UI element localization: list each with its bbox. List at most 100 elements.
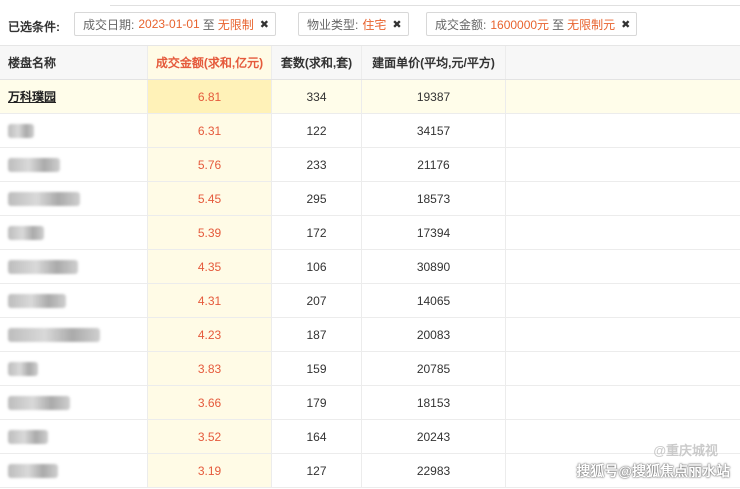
blurred-name [8,191,80,206]
watermark-faint: @重庆城视 [653,443,718,458]
cell-unit-price: 17394 [362,216,506,249]
cell-project-name [0,318,148,351]
chip-separator: 至 [552,17,565,32]
close-icon[interactable]: ✖ [260,18,269,31]
cell-project-name [0,114,148,147]
cell-amount: 4.23 [148,318,272,351]
blurred-name [8,361,38,376]
cell-units: 159 [272,352,362,385]
cell-units: 295 [272,182,362,215]
table-row[interactable]: 3.83 159 20785 [0,352,740,386]
cell-amount: 5.45 [148,182,272,215]
close-icon[interactable]: ✖ [621,18,630,31]
cell-unit-price: 19387 [362,80,506,113]
cell-units: 122 [272,114,362,147]
cell-units: 233 [272,148,362,181]
cell-units: 334 [272,80,362,113]
blurred-name [8,463,58,478]
close-icon[interactable]: ✖ [392,18,401,31]
header-project-name[interactable]: 楼盘名称 [0,46,148,79]
cell-spacer [506,386,740,419]
filter-bar: 已选条件: 成交日期: 2023-01-01 至 无限制 ✖ 物业类型: 住宅 … [0,0,740,46]
table-row[interactable]: 万科璞园 6.81 334 19387 [0,80,740,114]
table-row[interactable]: 5.76 233 21176 [0,148,740,182]
cell-units: 207 [272,284,362,317]
cell-spacer [506,148,740,181]
cell-unit-price: 20083 [362,318,506,351]
blurred-name [8,225,44,240]
cell-unit-price: 20243 [362,420,506,453]
cell-unit-price: 18573 [362,182,506,215]
table-header: 楼盘名称 成交金额(求和,亿元) 套数(求和,套) 建面单价(平均,元/平方) [0,46,740,80]
cell-spacer [506,80,740,113]
blurred-name [8,327,100,342]
cell-spacer [506,114,740,147]
watermark: @重庆城视 搜狐号@搜狐焦点丽水站 [576,443,730,481]
header-unit-price[interactable]: 建面单价(平均,元/平方) [362,46,506,79]
table-row[interactable]: 4.35 106 30890 [0,250,740,284]
cell-amount: 5.76 [148,148,272,181]
project-name-link[interactable]: 万科璞园 [8,88,56,105]
cell-project-name [0,386,148,419]
cell-project-name [0,352,148,385]
cell-amount: 6.81 [148,80,272,113]
blurred-name [8,259,78,274]
filter-chip-property-type[interactable]: 物业类型: 住宅 ✖ [298,12,409,36]
chip-separator: 至 [202,17,215,32]
cell-spacer [506,352,740,385]
chip-value: 住宅 [362,17,387,32]
cell-unit-price: 20785 [362,352,506,385]
cell-spacer [506,284,740,317]
header-amount[interactable]: 成交金额(求和,亿元) [148,46,272,79]
cell-amount: 3.66 [148,386,272,419]
cell-amount: 3.83 [148,352,272,385]
table-row[interactable]: 5.39 172 17394 [0,216,740,250]
header-spacer [506,46,740,79]
cell-spacer [506,216,740,249]
cell-unit-price: 14065 [362,284,506,317]
cell-units: 187 [272,318,362,351]
filter-label: 已选条件: [8,20,60,34]
cell-unit-price: 18153 [362,386,506,419]
data-table: 楼盘名称 成交金额(求和,亿元) 套数(求和,套) 建面单价(平均,元/平方) … [0,46,740,488]
chip-key: 物业类型: [307,17,359,32]
chip-key: 成交金额: [435,17,487,32]
table-row[interactable]: 4.23 187 20083 [0,318,740,352]
table-row[interactable]: 4.31 207 14065 [0,284,740,318]
cell-amount: 5.39 [148,216,272,249]
top-divider [110,0,740,6]
cell-units: 172 [272,216,362,249]
blurred-name [8,293,66,308]
blurred-name [8,429,48,444]
cell-project-name [0,454,148,487]
cell-units: 164 [272,420,362,453]
cell-unit-price: 22983 [362,454,506,487]
cell-project-name [0,148,148,181]
table-row[interactable]: 6.31 122 34157 [0,114,740,148]
cell-unit-price: 21176 [362,148,506,181]
table-row[interactable]: 3.66 179 18153 [0,386,740,420]
chip-value: 2023-01-01 [138,17,200,31]
cell-project-name [0,420,148,453]
cell-units: 179 [272,386,362,419]
cell-units: 106 [272,250,362,283]
cell-unit-price: 30890 [362,250,506,283]
blurred-name [8,123,34,138]
chip-value: 1600000元 [490,17,550,32]
cell-units: 127 [272,454,362,487]
cell-spacer [506,250,740,283]
cell-project-name [0,250,148,283]
blurred-name [8,157,60,172]
chip-value-end: 无限制元 [567,17,616,32]
cell-amount: 6.31 [148,114,272,147]
table-row[interactable]: 3.52 164 20243 [0,420,740,454]
table-row[interactable]: 5.45 295 18573 [0,182,740,216]
cell-amount: 4.31 [148,284,272,317]
filter-chip-date[interactable]: 成交日期: 2023-01-01 至 无限制 ✖ [74,12,276,36]
cell-spacer [506,182,740,215]
cell-project-name[interactable]: 万科璞园 [0,80,148,113]
header-units[interactable]: 套数(求和,套) [272,46,362,79]
chip-value-end: 无限制 [217,17,254,32]
watermark-main: 搜狐号@搜狐焦点丽水站 [576,463,730,479]
filter-chip-amount[interactable]: 成交金额: 1600000元 至 无限制元 ✖ [426,12,638,36]
